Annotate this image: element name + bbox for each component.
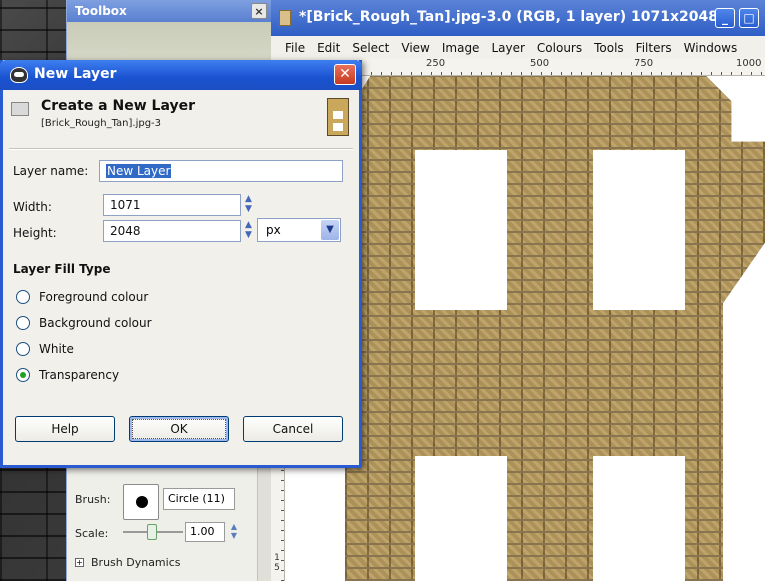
scale-spin-icon[interactable]: ▲ ▼ <box>229 522 239 542</box>
maximize-icon[interactable]: □ <box>739 8 759 28</box>
new-layer-dialog: New Layer ✕ Create a New Layer [Brick_Ro… <box>0 60 362 468</box>
fill-type-heading: Layer Fill Type <box>13 262 111 276</box>
help-button[interactable]: Help <box>15 416 115 442</box>
horizontal-ruler[interactable]: 250 500 750 1000 <box>331 58 765 76</box>
menu-select[interactable]: Select <box>352 38 389 58</box>
radio-icon[interactable] <box>16 342 30 356</box>
menu-edit[interactable]: Edit <box>317 38 340 58</box>
close-icon[interactable]: ✕ <box>334 64 356 85</box>
height-label: Height: <box>13 226 57 240</box>
radio-background-colour[interactable]: Background colour <box>16 316 152 330</box>
radio-icon[interactable] <box>16 316 30 330</box>
cancel-button[interactable]: Cancel <box>243 416 343 442</box>
menu-image[interactable]: Image <box>442 38 480 58</box>
new-layer-icon <box>11 102 29 116</box>
divider <box>9 148 353 150</box>
ruler-label: 1000 <box>735 58 763 69</box>
radio-selected-icon[interactable] <box>16 368 30 382</box>
height-spin-icon[interactable]: ▲ ▼ <box>243 220 254 242</box>
menu-tools[interactable]: Tools <box>594 38 624 58</box>
unit-value: px <box>266 223 281 237</box>
ruler-label: 750 <box>633 58 655 69</box>
radio-icon[interactable] <box>16 290 30 304</box>
brick-facade <box>345 76 765 581</box>
toolbox-titlebar[interactable]: Toolbox × <box>67 0 271 22</box>
width-label: Width: <box>13 200 52 214</box>
gimp-wilber-icon <box>10 67 28 83</box>
ruler-digit: 1 <box>274 553 280 563</box>
door-opening <box>593 456 685 581</box>
image-thumbnail <box>327 98 349 136</box>
scale-slider-handle[interactable] <box>147 524 157 540</box>
layer-name-input[interactable]: New Layer <box>99 160 343 182</box>
gimp-image-icon <box>279 10 291 26</box>
scale-input[interactable]: 1.00 <box>185 522 225 542</box>
radio-label: Transparency <box>39 368 120 382</box>
menu-bar: File Edit Select View Image Layer Colour… <box>271 38 765 58</box>
dialog-header: Create a New Layer [Brick_Rough_Tan].jpg… <box>11 98 351 144</box>
radio-foreground-colour[interactable]: Foreground colour <box>16 290 149 304</box>
radio-label: White <box>39 342 74 356</box>
menu-view[interactable]: View <box>401 38 429 58</box>
dialog-titlebar[interactable]: New Layer ✕ <box>0 60 362 90</box>
menu-layer[interactable]: Layer <box>491 38 524 58</box>
chevron-down-icon[interactable]: ▼ <box>321 220 339 240</box>
ok-button[interactable]: OK <box>129 416 229 442</box>
door-opening <box>415 456 507 581</box>
radio-white[interactable]: White <box>16 342 74 356</box>
window-opening <box>415 150 507 310</box>
image-title: *[Brick_Rough_Tan].jpg-3.0 (RGB, 1 layer… <box>299 9 734 25</box>
brush-preview-button[interactable] <box>123 484 159 520</box>
header-subtitle: [Brick_Rough_Tan].jpg-3 <box>41 118 162 129</box>
ruler-label: 500 <box>529 58 551 69</box>
close-icon[interactable]: × <box>251 3 267 19</box>
menu-file[interactable]: File <box>285 38 305 58</box>
brush-circle-icon <box>136 496 148 508</box>
width-spin-icon[interactable]: ▲ ▼ <box>243 194 254 216</box>
menu-windows[interactable]: Windows <box>684 38 738 58</box>
radio-label: Background colour <box>39 316 152 330</box>
dialog-title: New Layer <box>34 66 117 82</box>
width-input[interactable]: 1071 <box>103 194 241 216</box>
radio-label: Foreground colour <box>39 290 149 304</box>
unit-select[interactable]: px ▼ <box>257 218 341 242</box>
scale-label: Scale: <box>75 527 109 540</box>
window-opening <box>593 150 685 310</box>
menu-colours[interactable]: Colours <box>537 38 582 58</box>
menu-filters[interactable]: Filters <box>636 38 672 58</box>
ruler-label: 250 <box>425 58 447 69</box>
toolbox-title: Toolbox <box>75 4 127 18</box>
minimize-icon[interactable]: _ <box>715 8 735 28</box>
height-input[interactable]: 2048 <box>103 220 241 242</box>
expander-icon[interactable]: + <box>75 558 84 567</box>
image-titlebar[interactable]: *[Brick_Rough_Tan].jpg-3.0 (RGB, 1 layer… <box>271 0 765 36</box>
header-title: Create a New Layer <box>41 98 195 114</box>
brush-name-field: Circle (11) <box>163 488 235 510</box>
brush-label: Brush: <box>75 493 111 506</box>
layer-name-value: New Layer <box>106 164 172 178</box>
radio-transparency[interactable]: Transparency <box>16 368 120 382</box>
ruler-digit: 5 <box>274 563 280 573</box>
brush-dynamics-label[interactable]: Brush Dynamics <box>91 556 180 569</box>
layer-name-label: Layer name: <box>13 164 89 178</box>
